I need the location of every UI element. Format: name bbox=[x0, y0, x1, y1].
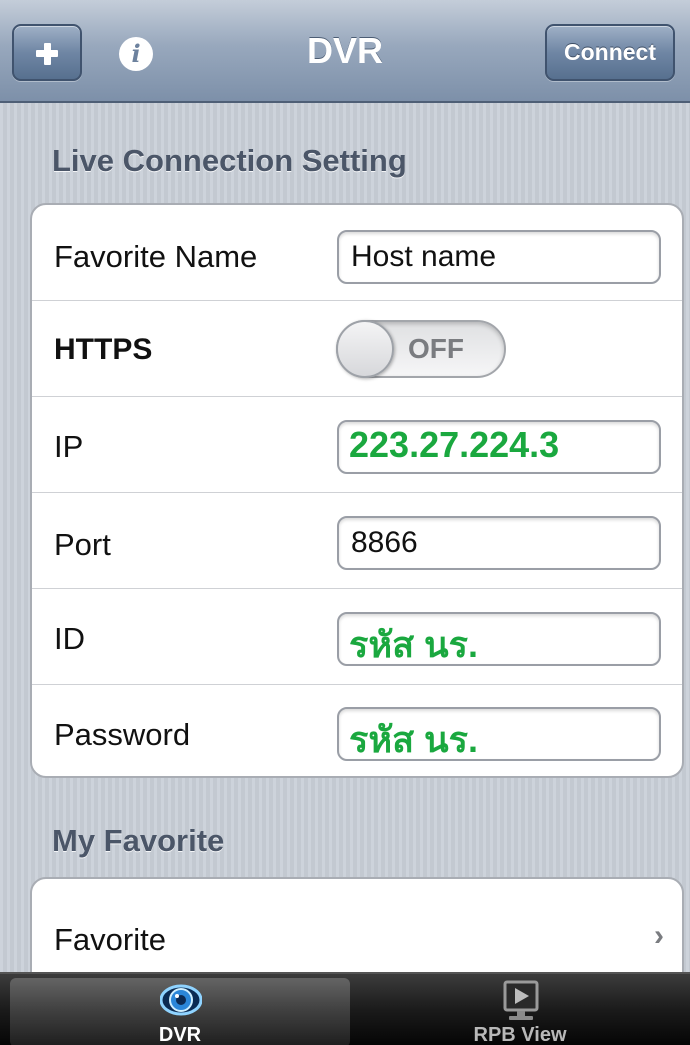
eye-icon bbox=[160, 984, 202, 1016]
tab-rpb-view-label: RPB View bbox=[473, 1024, 567, 1045]
port-field[interactable]: 8866 bbox=[337, 516, 661, 570]
password-value: รหัส นร. bbox=[349, 719, 478, 760]
favorite-name-label: Favorite Name bbox=[54, 239, 258, 274]
page-title: DVR bbox=[306, 30, 383, 71]
https-row: HTTPS OFF bbox=[32, 301, 682, 397]
live-connection-header: Live Connection Setting bbox=[52, 143, 407, 178]
ip-row: IP 223.27.224.3 bbox=[32, 397, 682, 493]
password-field[interactable]: รหัส นร. bbox=[337, 707, 661, 761]
playback-icon bbox=[503, 980, 539, 1020]
port-label: Port bbox=[54, 527, 111, 562]
connect-button[interactable]: Connect bbox=[545, 24, 675, 81]
my-favorite-header: My Favorite bbox=[52, 823, 225, 858]
favorite-label: Favorite bbox=[54, 922, 166, 957]
port-value: 8866 bbox=[351, 526, 418, 559]
tab-dvr[interactable]: DVR bbox=[10, 978, 350, 1045]
tab-dvr-label: DVR bbox=[158, 1024, 202, 1045]
info-icon[interactable]: i bbox=[119, 37, 153, 71]
https-label: HTTPS bbox=[54, 333, 153, 366]
live-connection-group: Favorite Name Host name HTTPS OFF IP 223… bbox=[30, 203, 684, 778]
ip-value: 223.27.224.3 bbox=[349, 424, 560, 465]
add-button[interactable] bbox=[12, 24, 82, 81]
id-field[interactable]: รหัส นร. bbox=[337, 612, 661, 666]
favorite-name-value: Host name bbox=[351, 240, 497, 273]
password-row: Password รหัส นร. bbox=[32, 685, 682, 776]
id-label: ID bbox=[54, 621, 85, 656]
favorite-name-row: Favorite Name Host name bbox=[32, 205, 682, 301]
ip-field[interactable]: 223.27.224.3 bbox=[337, 420, 661, 474]
favorite-name-field[interactable]: Host name bbox=[337, 230, 661, 284]
navigation-bar: i DVR Connect bbox=[0, 0, 690, 103]
password-label: Password bbox=[54, 717, 191, 752]
id-value: รหัส นร. bbox=[349, 624, 478, 665]
port-row: Port 8866 bbox=[32, 493, 682, 589]
ip-label: IP bbox=[54, 429, 84, 464]
toggle-state: OFF bbox=[408, 333, 464, 364]
chevron-right-icon: › bbox=[654, 919, 664, 952]
id-row: ID รหัส นร. bbox=[32, 589, 682, 685]
tab-rpb-view[interactable]: RPB View bbox=[350, 978, 690, 1045]
toggle-knob bbox=[336, 320, 394, 378]
https-toggle[interactable]: OFF bbox=[336, 320, 506, 378]
tab-bar: DVR RPB View bbox=[0, 972, 690, 1045]
